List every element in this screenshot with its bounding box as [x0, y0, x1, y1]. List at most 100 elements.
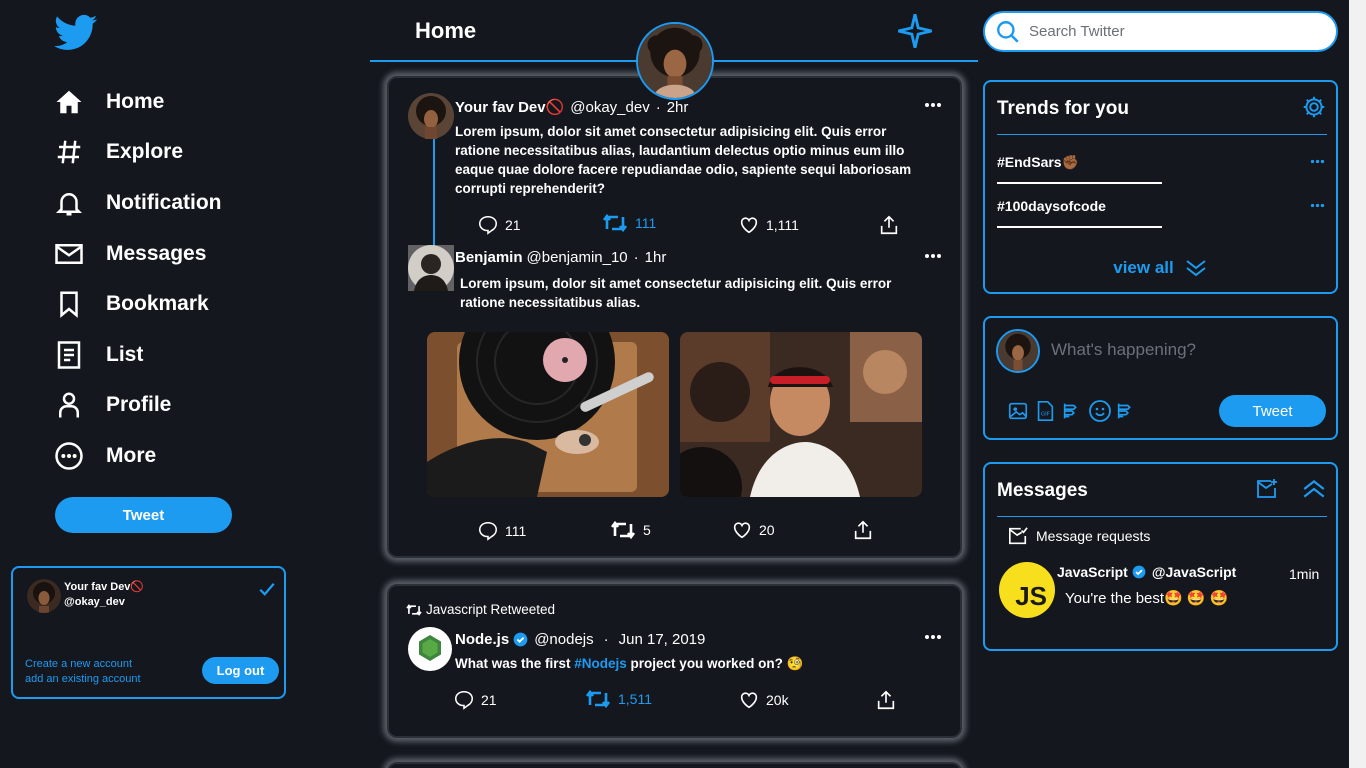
- create-account-link[interactable]: Create a new account: [25, 657, 141, 672]
- share-button[interactable]: [852, 519, 874, 541]
- svg-text:GIF: GIF: [1041, 412, 1050, 418]
- add-account-link[interactable]: add an existing account: [25, 672, 141, 687]
- trend-item[interactable]: #EndSars✊🏾: [997, 154, 1079, 171]
- search-bar[interactable]: [983, 11, 1338, 52]
- tweet-author-handle[interactable]: @okay_dev: [570, 99, 649, 116]
- tweet-author-handle[interactable]: @benjamin_10: [527, 249, 628, 266]
- nav-item-profile[interactable]: Profile: [54, 385, 171, 425]
- messages-title: Messages: [997, 480, 1088, 501]
- like-button[interactable]: 20k: [738, 689, 789, 711]
- like-button[interactable]: 1,111: [738, 214, 799, 236]
- tweet-author-name[interactable]: Node.js: [455, 631, 509, 648]
- reply-button[interactable]: 21: [477, 214, 521, 236]
- double-chevron-up-icon[interactable]: [1301, 478, 1327, 500]
- tweet-header: Your fav Dev🚫 @okay_dev · 2hr: [455, 98, 689, 117]
- avatar[interactable]: [408, 245, 454, 291]
- share-button[interactable]: [878, 214, 900, 236]
- conversation-item[interactable]: JS JavaScript @JavaScript 1min You're th…: [999, 562, 1329, 620]
- nav-item-home[interactable]: Home: [54, 82, 164, 122]
- tweet-author-name[interactable]: Benjamin: [455, 249, 523, 266]
- account-handle: @okay_dev: [64, 596, 125, 608]
- reply-button[interactable]: 111: [477, 520, 526, 542]
- tweet-photo-record-player[interactable]: [427, 332, 669, 497]
- search-input[interactable]: [1029, 23, 1309, 40]
- conversation-preview: You're the best🤩 🤩 🤩: [1065, 590, 1229, 607]
- view-all-link[interactable]: view all: [985, 258, 1336, 278]
- tweet-author-name[interactable]: Your fav Dev🚫: [455, 98, 564, 116]
- compose-tweet-button[interactable]: Tweet: [1219, 395, 1326, 427]
- reply-button[interactable]: 21: [453, 689, 497, 711]
- nav-item-notification[interactable]: Notification: [54, 183, 222, 223]
- header-avatar[interactable]: [636, 22, 714, 100]
- message-requests-label: Message requests: [1036, 528, 1151, 544]
- main-feed: Home Your fav Dev🚫 @okay_dev · 2hr Lorem…: [370, 0, 978, 768]
- nav-item-explore[interactable]: Explore: [54, 132, 183, 172]
- bell-icon: [55, 193, 83, 216]
- tweet-separator: ·: [603, 631, 609, 648]
- nav-item-label: Profile: [106, 393, 172, 416]
- avatar[interactable]: [27, 579, 61, 613]
- new-message-icon[interactable]: [1255, 478, 1279, 500]
- gif-icon[interactable]: GIF: [1034, 400, 1056, 422]
- tweet-author-handle[interactable]: @nodejs: [534, 631, 593, 648]
- more-options-icon[interactable]: [924, 634, 942, 640]
- avatar[interactable]: [408, 627, 452, 671]
- scrollbar[interactable]: [1349, 0, 1366, 768]
- retweet-count: 5: [643, 522, 651, 538]
- tweet-thread-card: Your fav Dev🚫 @okay_dev · 2hr Lorem ipsu…: [387, 76, 962, 558]
- tweet-separator: ·: [633, 249, 639, 266]
- sidebar-tweet-button[interactable]: Tweet: [55, 497, 232, 533]
- tweet-time[interactable]: 1hr: [645, 249, 667, 266]
- nav-item-messages[interactable]: Messages: [54, 234, 206, 274]
- retweet-button[interactable]: 5: [609, 519, 651, 541]
- tweet-photo-woman-records[interactable]: [680, 332, 922, 497]
- tweet-time[interactable]: 2hr: [667, 99, 689, 116]
- trend-item[interactable]: #100daysofcode: [997, 198, 1106, 214]
- nav-item-list[interactable]: List: [54, 335, 143, 375]
- poll-icon[interactable]: [1061, 400, 1083, 422]
- retweeted-by-label[interactable]: Javascript Retweeted: [426, 602, 555, 617]
- scrollbar-thumb[interactable]: [1352, 0, 1363, 768]
- retweet-icon: [602, 213, 628, 233]
- message-requests[interactable]: Message requests: [1007, 526, 1150, 546]
- tweet-time[interactable]: Jun 17, 2019: [619, 631, 706, 648]
- trend-underline: [997, 182, 1162, 184]
- twitter-logo-icon[interactable]: [54, 14, 98, 52]
- account-switcher-card: Your fav Dev🚫 @okay_dev Create a new acc…: [11, 566, 286, 699]
- more-options-icon[interactable]: [924, 253, 942, 259]
- avatar[interactable]: [996, 329, 1040, 373]
- nav-item-bookmark[interactable]: Bookmark: [54, 284, 209, 324]
- trends-panel: Trends for you #EndSars✊🏾 #100daysofcode…: [983, 80, 1338, 294]
- messages-panel: Messages Message requests JS JavaScript …: [983, 462, 1338, 651]
- verified-badge-icon: [1132, 565, 1146, 579]
- emoji-icon[interactable]: [1088, 399, 1112, 423]
- more-options-icon[interactable]: [924, 102, 942, 108]
- compose-panel: GIF Tweet: [983, 316, 1338, 440]
- gear-icon[interactable]: [1301, 94, 1327, 120]
- like-button[interactable]: 20: [731, 519, 775, 541]
- reply-count: 21: [505, 217, 521, 233]
- image-icon[interactable]: [1007, 400, 1029, 422]
- logout-button[interactable]: Log out: [202, 657, 279, 684]
- nav-item-more[interactable]: More: [54, 436, 156, 476]
- share-button[interactable]: [875, 689, 897, 711]
- bookmark-icon: [60, 291, 78, 318]
- checkmark-icon: [259, 583, 275, 596]
- page-title: Home: [415, 18, 477, 43]
- more-options-icon[interactable]: [1310, 203, 1325, 208]
- tweet-text: What was the first #Nodejs project you w…: [455, 654, 935, 673]
- avatar[interactable]: [408, 93, 454, 139]
- like-count: 20: [759, 522, 775, 538]
- retweet-button[interactable]: 1,511: [584, 688, 652, 710]
- compose-input[interactable]: [1051, 340, 1311, 360]
- more-options-icon[interactable]: [1310, 159, 1325, 164]
- person-icon: [59, 392, 79, 418]
- hashtag-link[interactable]: #Nodejs: [574, 656, 627, 671]
- nav-item-label: Home: [106, 90, 165, 113]
- woman-records-image: [680, 332, 922, 497]
- conversation-header: JavaScript @JavaScript: [1057, 564, 1236, 580]
- sparkle-icon[interactable]: [896, 12, 934, 50]
- schedule-icon[interactable]: [1115, 400, 1137, 422]
- record-player-image: [427, 332, 669, 497]
- retweet-button[interactable]: 111: [601, 212, 656, 234]
